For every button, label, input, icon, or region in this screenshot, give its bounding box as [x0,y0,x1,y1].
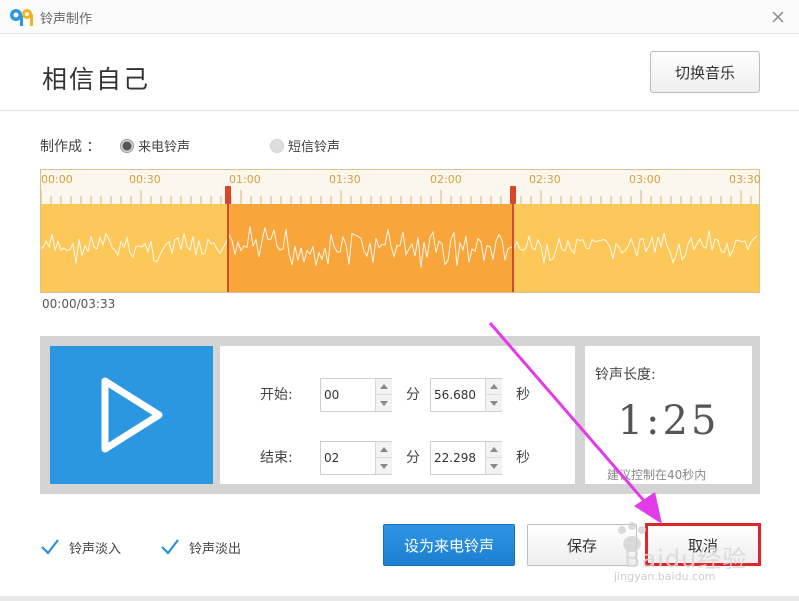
switch-music-button[interactable]: 切换音乐 [650,51,760,93]
caret-up-icon [380,447,388,452]
fade-out-label: 铃声淡出 [189,541,242,557]
save-button[interactable]: 保存 [527,524,637,566]
radio-label: 短信铃声 [288,140,341,155]
time-readout: 00:00/03:33 [42,297,116,311]
end-label: 结束: [260,450,293,466]
end-minute-input[interactable] [321,442,375,474]
increment-button[interactable] [486,442,502,458]
checkmark-icon [160,537,180,557]
increment-button[interactable] [376,442,392,458]
caret-down-icon [490,463,498,469]
end-marker-handle[interactable] [510,186,517,204]
end-second-stepper[interactable] [430,441,502,475]
fade-in-checkbox[interactable]: 铃声淡入 [40,537,121,557]
waveform-line [41,226,758,268]
tick-label: 02:30 [529,173,561,186]
start-second-input[interactable] [431,379,485,411]
start-marker-handle[interactable] [224,186,231,204]
make-as-label: 制作成 ： [40,139,101,155]
start-label: 开始: [260,387,293,403]
radio-unselected-icon [270,138,284,153]
ringtone-length-box: 铃声长度: 1:25 建议控制在40秒内 [585,346,752,484]
start-second-stepper[interactable] [430,378,502,412]
play-button[interactable] [50,346,213,484]
end-minute-stepper[interactable] [320,441,392,475]
set-call-ringtone-button[interactable]: 设为来电铃声 [383,524,515,566]
ringtone-length-value: 1:25 [617,398,720,444]
close-icon [772,11,784,23]
second-unit: 秒 [516,387,530,403]
radio-label: 来电铃声 [138,140,191,155]
caret-down-icon [380,463,388,469]
start-minute-stepper[interactable] [320,378,392,412]
tick-label: 03:30 [729,173,761,186]
window-title: 铃声制作 [40,12,93,27]
increment-button[interactable] [486,379,502,395]
play-icon [101,377,162,453]
caret-up-icon [490,447,498,452]
decrement-button[interactable] [376,395,392,411]
radio-call-ringtone[interactable]: 来电铃声 [120,136,190,155]
start-minute-input[interactable] [321,379,375,411]
stepper-buttons [375,379,392,411]
close-button[interactable] [767,6,789,28]
ringtone-length-label: 铃声长度: [595,367,656,383]
waveform-graph [41,226,758,268]
stepper-buttons [485,442,502,474]
second-unit: 秒 [516,450,530,466]
decrement-button[interactable] [486,458,502,474]
caret-down-icon [380,400,388,406]
watermark-text: Baidu经验 [624,545,748,573]
increment-button[interactable] [376,379,392,395]
fade-in-label: 铃声淡入 [69,541,122,557]
tick-label: 00:00 [41,173,73,186]
caret-down-icon [490,400,498,406]
decrement-button[interactable] [376,458,392,474]
ringtone-length-hint: 建议控制在40秒内 [607,468,707,482]
time-ruler: 00:00 00:30 01:00 01:30 02:00 02:30 03:0… [40,170,761,204]
song-title: 相信自己 [42,65,151,94]
stepper-buttons [375,442,392,474]
stepper-buttons [485,379,502,411]
title-bar: 铃声制作 [0,0,799,34]
tick-label: 02:00 [430,173,462,186]
radio-selected-icon [120,138,134,153]
minute-unit: 分 [406,450,420,466]
waveform-timeline[interactable]: 00:00 00:30 01:00 01:30 02:00 02:30 03:0… [40,169,761,293]
fade-out-checkbox[interactable]: 铃声淡出 [160,537,241,557]
header-divider [0,110,799,111]
tick-label: 01:30 [329,173,361,186]
radio-sms-ringtone[interactable]: 短信铃声 [270,136,340,155]
minute-unit: 分 [406,387,420,403]
decrement-button[interactable] [486,395,502,411]
app-logo-icon [10,9,33,26]
caret-up-icon [380,384,388,389]
bottom-edge [0,596,799,601]
end-second-input[interactable] [431,442,485,474]
checkmark-icon [40,537,60,557]
editor-panel: 开始: 分 秒 结束: 分 [40,336,760,494]
tick-label: 01:00 [229,173,261,186]
caret-up-icon [490,384,498,389]
tick-label: 03:00 [629,173,661,186]
watermark-url: jingyan.baidu.com [614,570,716,583]
tick-label: 00:30 [129,173,161,186]
time-editor: 开始: 分 秒 结束: 分 [220,346,575,484]
